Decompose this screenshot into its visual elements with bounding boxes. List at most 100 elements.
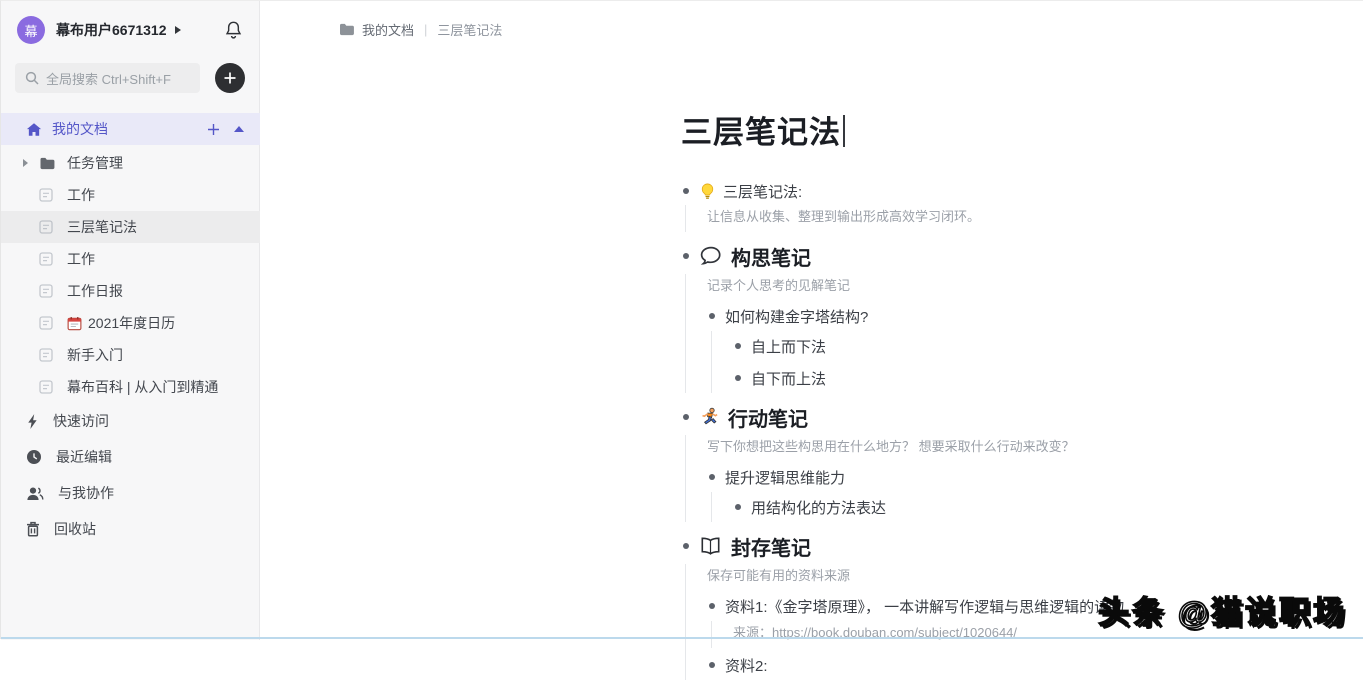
search-placeholder: 全局搜索 Ctrl+Shift+F <box>46 69 171 88</box>
document-icon <box>39 380 59 394</box>
outline-text[interactable]: 自上而下法 <box>751 336 826 357</box>
document-icon <box>39 284 59 298</box>
outline-item: 如何构建金字塔结构? 自上而下法 <box>707 301 1301 393</box>
clock-icon <box>26 449 42 465</box>
outline-text[interactable]: 封存笔记 <box>731 532 811 561</box>
outline-text[interactable]: 如何构建金字塔结构? <box>725 306 868 327</box>
search-row: 全局搜索 Ctrl+Shift+F <box>15 63 245 93</box>
people-icon <box>26 486 44 501</box>
outline-text[interactable]: 资料1:《金字塔原理》， 一本讲解写作逻辑与思维逻辑的读物. <box>725 596 1128 617</box>
outline-item: 资料2: <box>707 650 1301 680</box>
outline-row: 自上而下法 <box>733 331 1301 361</box>
sidebar-item-work-2[interactable]: 工作 <box>1 243 260 275</box>
bullet[interactable] <box>735 343 741 349</box>
tree-item-label: 三层笔记法 <box>67 217 137 237</box>
outline-text[interactable]: 三层笔记法: <box>723 181 802 202</box>
outline-item: 自下而上法 <box>733 363 1301 393</box>
outline-row: 如何构建金字塔结构? <box>707 301 1301 331</box>
outline-item: 构思笔记 记录个人思考的见解笔记 如何构建金字塔结构? <box>681 238 1301 393</box>
tree-item-label: 工作 <box>67 185 95 205</box>
nav-item-label: 回收站 <box>54 519 96 539</box>
bullet[interactable] <box>735 375 741 381</box>
breadcrumb-separator: | <box>414 22 437 37</box>
outline-item: 用结构化的方法表达 <box>733 492 1301 522</box>
sidebar-item-work-daily[interactable]: 工作日报 <box>1 275 260 307</box>
bullet[interactable] <box>709 474 715 480</box>
collapse-section-icon[interactable] <box>234 126 244 132</box>
document-title[interactable]: 三层笔记法 <box>681 107 1301 152</box>
user-menu[interactable]: 幕 幕布用户6671312 <box>17 15 243 45</box>
lightning-icon <box>26 413 39 430</box>
tree-item-label: 幕布百科 | 从入门到精通 <box>67 377 218 397</box>
text-cursor <box>843 115 845 147</box>
my-documents-label: 我的文档 <box>52 119 108 139</box>
folder-icon <box>339 23 354 36</box>
outline-note[interactable]: 让信息从收集、整理到输出形成高效学习闭环。 <box>707 205 1301 232</box>
new-document-button[interactable] <box>215 63 245 93</box>
outline-row: 提升逻辑思维能力 <box>707 462 1301 492</box>
tree-item-label: 任务管理 <box>67 153 123 173</box>
sidebar-item-recent-edits[interactable]: 最近编辑 <box>1 439 260 475</box>
bullet[interactable] <box>683 543 689 549</box>
add-doc-icon[interactable] <box>207 123 220 136</box>
outline-text[interactable]: 提升逻辑思维能力 <box>725 467 845 488</box>
expand-arrow-icon[interactable] <box>23 159 28 167</box>
search-input[interactable]: 全局搜索 Ctrl+Shift+F <box>15 63 200 93</box>
sidebar-item-mubu-encyclopedia[interactable]: 幕布百科 | 从入门到精通 <box>1 371 260 403</box>
outline-row: 自下而上法 <box>733 363 1301 393</box>
sidebar-item-2021-calendar[interactable]: 2021年度日历 <box>1 307 260 339</box>
outline-note[interactable]: 记录个人思考的见解笔记 <box>707 274 1301 301</box>
bullet[interactable] <box>709 662 715 668</box>
breadcrumb: 我的文档 | 三层笔记法 <box>339 20 502 39</box>
document-icon <box>39 188 59 202</box>
tree-item-label: 工作日报 <box>67 281 123 301</box>
sidebar-item-three-layer-notes[interactable]: 三层笔记法 <box>1 211 260 243</box>
outline-row: 资料1:《金字塔原理》， 一本讲解写作逻辑与思维逻辑的读物. <box>707 591 1301 621</box>
home-icon <box>26 122 42 137</box>
trash-icon <box>26 521 40 537</box>
plus-icon <box>223 71 237 85</box>
bullet[interactable] <box>683 253 689 259</box>
notifications-button[interactable] <box>224 20 243 40</box>
outline-text[interactable]: 用结构化的方法表达 <box>751 497 886 518</box>
outline-text[interactable]: 自下而上法 <box>751 368 826 389</box>
bullet[interactable] <box>683 414 689 420</box>
nav-item-label: 快速访问 <box>53 411 109 431</box>
tree-item-label: 新手入门 <box>67 345 123 365</box>
bullet[interactable] <box>735 504 741 510</box>
outline-text[interactable]: 资料2: <box>725 655 768 676</box>
sidebar: 幕 幕布用户6671312 全局搜索 Ctrl+Shift+F <box>1 1 260 640</box>
outline-note[interactable]: 保存可能有用的资料来源 <box>707 564 1301 591</box>
outline-item: 自上而下法 <box>733 331 1301 361</box>
calendar-icon <box>67 316 82 331</box>
sidebar-item-quick-access[interactable]: 快速访问 <box>1 403 260 439</box>
document-tree: 任务管理 工作 三层笔记法 <box>1 147 260 403</box>
outline-text[interactable]: 构思笔记 <box>731 242 811 271</box>
sidebar-item-beginner-guide[interactable]: 新手入门 <box>1 339 260 371</box>
sidebar-item-task-management[interactable]: 任务管理 <box>1 147 260 179</box>
document-icon <box>39 252 59 266</box>
bullet[interactable] <box>709 313 715 319</box>
outline-note-source: 来源：https://book.douban.com/subject/10206… <box>733 621 1301 648</box>
open-book-icon <box>699 537 722 556</box>
outline-note[interactable]: 写下你想把这些构思用在什么地方？ 想要采取什么行动来改变？ <box>707 435 1301 462</box>
bullet[interactable] <box>683 188 689 194</box>
document-content: 三层笔记法 三层笔记法: 让信息从收集、整理到输出形成高 <box>681 107 1301 682</box>
outline-item: 三层笔记法: 让信息从收集、整理到输出形成高效学习闭环。 <box>681 177 1301 232</box>
runner-icon <box>699 407 719 428</box>
bullet[interactable] <box>709 603 715 609</box>
outline-row: 用结构化的方法表达 <box>733 492 1301 522</box>
sidebar-item-shared-with-me[interactable]: 与我协作 <box>1 475 260 511</box>
document-icon <box>39 220 59 234</box>
outline-row: 封存笔记 <box>681 528 1301 564</box>
breadcrumb-current[interactable]: 三层笔记法 <box>437 20 502 39</box>
sidebar-item-my-documents[interactable]: 我的文档 <box>1 113 260 145</box>
outline-row: 构思笔记 <box>681 238 1301 274</box>
sidebar-item-work-1[interactable]: 工作 <box>1 179 260 211</box>
avatar[interactable]: 幕 <box>17 16 45 44</box>
outline-text[interactable]: 行动笔记 <box>728 403 808 432</box>
breadcrumb-my-documents[interactable]: 我的文档 <box>362 20 414 39</box>
search-icon <box>25 71 39 85</box>
sidebar-item-recycle-bin[interactable]: 回收站 <box>1 511 260 547</box>
bell-icon <box>224 20 243 40</box>
